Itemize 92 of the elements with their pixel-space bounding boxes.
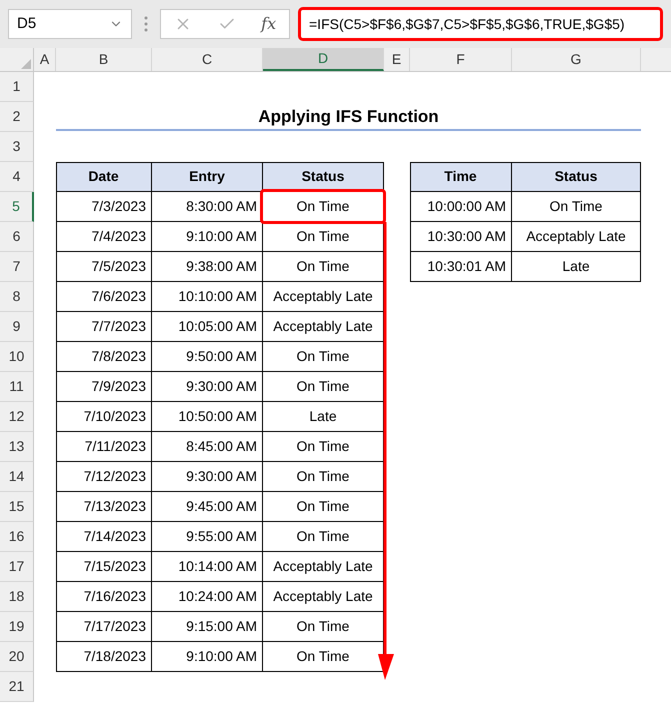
table-cell: 10:00:00 AM [410,192,512,222]
table-cell: On Time [263,222,384,252]
table-cell: 9:30:00 AM [152,372,263,402]
column-heading: Time [410,162,512,192]
table-cell: On Time [263,252,384,282]
row-header[interactable]: 5 [0,192,34,222]
table-cell: 9:10:00 AM [152,222,263,252]
table-cell: 10:10:00 AM [152,282,263,312]
table-cell: 9:38:00 AM [152,252,263,282]
row-header[interactable]: 4 [0,162,34,192]
table-cell: On Time [263,342,384,372]
table-cell: 10:50:00 AM [152,402,263,432]
row-header[interactable]: 18 [0,582,34,612]
table-cell: 7/16/2023 [56,582,152,612]
table-cell: On Time [263,192,384,222]
table-cell: On Time [512,192,641,222]
table-cell: 7/12/2023 [56,462,152,492]
row-header[interactable]: 8 [0,282,34,312]
insert-function-button[interactable]: fx [261,12,276,36]
table-cell: 7/15/2023 [56,552,152,582]
table-cell: 9:30:00 AM [152,462,263,492]
row-header[interactable]: 11 [0,372,34,402]
sheet-title: Applying IFS Function [56,105,641,131]
table-cell: Late [263,402,384,432]
table-cell: 9:10:00 AM [152,642,263,672]
column-heading: Date [56,162,152,192]
row-header[interactable]: 12 [0,402,34,432]
table-cell: Acceptably Late [263,552,384,582]
table-cell: 9:45:00 AM [152,492,263,522]
row-header[interactable]: 14 [0,462,34,492]
table-cell: 7/8/2023 [56,342,152,372]
row-header[interactable]: 10 [0,342,34,372]
table-cell: 9:15:00 AM [152,612,263,642]
table-cell: 7/10/2023 [56,402,152,432]
row-header[interactable]: 2 [0,102,34,132]
row-header[interactable]: 19 [0,612,34,642]
table-cell: 7/5/2023 [56,252,152,282]
table-cell: On Time [263,432,384,462]
column-heading: Entry [152,162,263,192]
table-cell: On Time [263,492,384,522]
table-cell: 8:45:00 AM [152,432,263,462]
table-cell: 8:30:00 AM [152,192,263,222]
row-header[interactable]: 1 [0,72,34,102]
table-cell: 10:24:00 AM [152,582,263,612]
table-cell: Acceptably Late [263,312,384,342]
table-cell: 7/9/2023 [56,372,152,402]
column-header[interactable]: D [263,48,384,71]
table-cell: Acceptably Late [263,282,384,312]
table-cell: 10:05:00 AM [152,312,263,342]
row-header[interactable]: 21 [0,672,34,702]
name-box-value: D5 [17,14,36,34]
table-cell: 7/3/2023 [56,192,152,222]
table-cell: On Time [263,612,384,642]
table-cell: 7/7/2023 [56,312,152,342]
column-heading: Status [512,162,641,192]
table-cell: 7/14/2023 [56,522,152,552]
column-header[interactable]: B [56,48,152,71]
table-cell: 7/4/2023 [56,222,152,252]
row-header[interactable]: 20 [0,642,34,672]
grip-icon [144,15,148,33]
corner-triangle-icon [21,59,31,69]
row-header[interactable]: 3 [0,132,34,162]
table-cell: 7/18/2023 [56,642,152,672]
row-header[interactable]: 6 [0,222,34,252]
column-header[interactable]: G [512,48,641,71]
table-cell: 10:30:00 AM [410,222,512,252]
table-cell: On Time [263,462,384,492]
column-header[interactable]: F [410,48,512,71]
table-cell: 10:14:00 AM [152,552,263,582]
column-header[interactable]: A [34,48,56,71]
table-cell: Late [512,252,641,282]
row-header[interactable]: 15 [0,492,34,522]
table-cell: On Time [263,522,384,552]
row-header[interactable]: 17 [0,552,34,582]
row-header[interactable]: 9 [0,312,34,342]
table-cell: 10:30:01 AM [410,252,512,282]
formula-field[interactable]: =IFS(C5>$F$6,$G$7,C5>$F$5,$G$6,TRUE,$G$5) [298,7,663,41]
table-cell: Acceptably Late [263,582,384,612]
table-cell: Acceptably Late [512,222,641,252]
column-header[interactable]: E [384,48,410,71]
table-cell: 9:50:00 AM [152,342,263,372]
table-cell: 7/13/2023 [56,492,152,522]
table-cell: 7/6/2023 [56,282,152,312]
table-cell: 9:55:00 AM [152,522,263,552]
row-header[interactable]: 13 [0,432,34,462]
row-header[interactable]: 16 [0,522,34,552]
name-box[interactable]: D5 [8,9,132,39]
column-heading: Status [263,162,384,192]
table-cell: 7/17/2023 [56,612,152,642]
table-cell: 7/11/2023 [56,432,152,462]
row-header[interactable]: 7 [0,252,34,282]
table-cell: On Time [263,372,384,402]
